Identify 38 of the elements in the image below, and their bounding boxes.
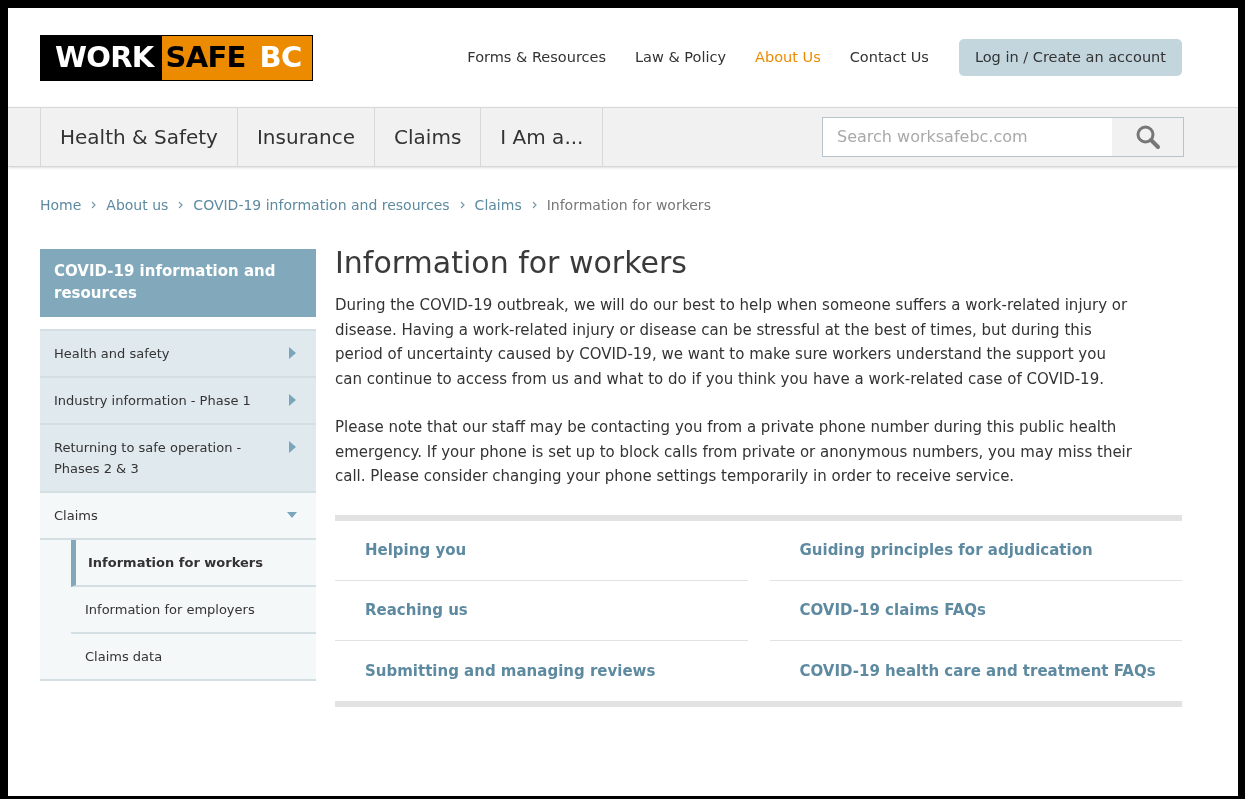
sidebar-subitem[interactable]: Claims data — [71, 634, 316, 679]
link[interactable]: COVID-19 health care and treatment FAQs — [799, 659, 1156, 682]
breadcrumb-link[interactable]: Information for workers — [546, 194, 711, 216]
link[interactable]: Submitting and managing reviews — [365, 659, 656, 682]
login-button[interactable]: Log in / Create an account — [958, 39, 1182, 76]
nav-link[interactable]: Forms & Resources — [467, 46, 606, 69]
sidebar-item[interactable]: Returning to safe operation - Phases 2 & 3 — [40, 425, 316, 493]
main-nav-tab[interactable]: Claims — [375, 108, 482, 166]
caret-right-icon — [286, 441, 298, 453]
sidebar-subitem[interactable]: Information for workers — [71, 540, 316, 587]
chevron-icon — [531, 201, 537, 209]
chevron-icon — [91, 201, 97, 209]
paragraph: During the COVID-19 outbreak, we will do our best to help when someone suffers a work-related injury or disease. Having a work-related injury or disease can be stressful at the best of times, but during this period of uncertainty caused by COVID-19, we want to make sure workers understand the support you can continue to access from us and what to do if you think you have a work-related case of COVID-19. — [335, 295, 1129, 390]
chevron-icon — [459, 201, 465, 209]
breadcrumb-link[interactable]: Home — [40, 194, 82, 216]
paragraph: Please note that our staff may be contacting you from a private phone number during this public health emergency. If your phone is set up to block calls from private or anonymous numbers, you may miss their call. Please consider changing your phone settings temporarily in order to receive service. — [335, 417, 1133, 487]
link[interactable]: Guiding principles for adjudication — [799, 539, 1093, 561]
main-nav-tab[interactable]: Health & Safety — [41, 108, 238, 166]
sidebar-heading: COVID-19 information and resources — [40, 249, 316, 317]
sidebar-item[interactable]: Health and safety — [40, 331, 316, 378]
breadcrumb-link[interactable]: About us — [106, 194, 169, 216]
nav-link[interactable]: Law & Policy — [635, 46, 727, 69]
logo[interactable]: WORK SAFE BC — [40, 34, 313, 81]
caret-right-icon — [286, 347, 298, 359]
link[interactable]: Reaching us — [365, 599, 468, 621]
sidebar-subitem[interactable]: Information for employers — [71, 587, 316, 634]
chevron-icon — [178, 201, 184, 209]
sidebar-item[interactable]: Industry information - Phase 1 — [40, 378, 316, 425]
main-nav-tab[interactable]: I Am a... — [481, 108, 604, 166]
breadcrumb-link[interactable]: Claims — [474, 194, 522, 216]
link[interactable]: Helping you — [365, 539, 467, 561]
sidebar-item[interactable]: Claims — [40, 493, 316, 540]
link[interactable]: COVID-19 claims FAQs — [799, 599, 986, 621]
breadcrumb-link[interactable]: COVID-19 information and resources — [193, 194, 450, 216]
page-title: Information for workers — [335, 245, 688, 281]
caret-right-icon — [286, 394, 298, 406]
nav-link[interactable]: Contact Us — [849, 46, 929, 69]
main-nav-tab[interactable]: Insurance — [237, 108, 376, 166]
